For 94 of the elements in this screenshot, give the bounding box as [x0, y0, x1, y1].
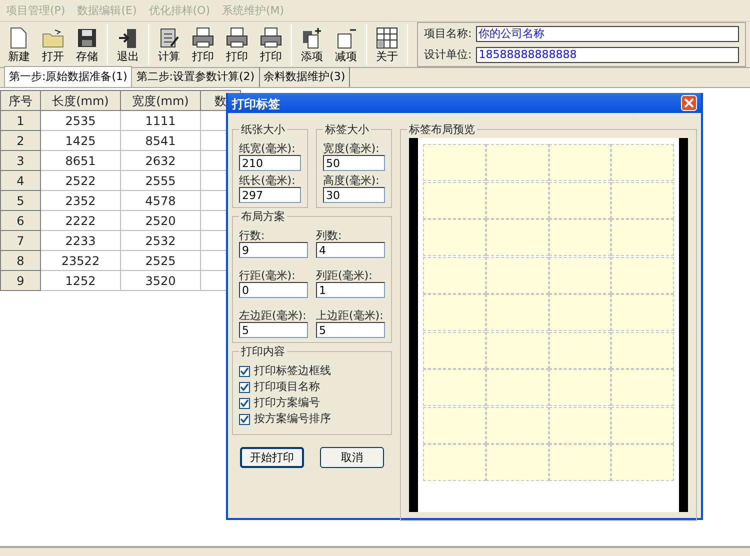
- floppy-icon: [75, 26, 99, 50]
- text-field[interactable]: 你的公司名称: [476, 26, 739, 42]
- toolbar-button[interactable]: 存储: [72, 26, 102, 63]
- checkbox-option[interactable]: 按方案编号排序: [239, 412, 385, 426]
- table-cell: 2233: [40, 230, 120, 250]
- column-header: 长度(mm): [40, 90, 120, 110]
- field-label: 上边距(毫米):: [316, 309, 384, 322]
- table-cell: 2222: [40, 210, 120, 230]
- field-label: 纸长(毫米):: [239, 174, 296, 187]
- toolbar-button[interactable]: 新建: [4, 26, 34, 63]
- table-cell: 2555: [120, 170, 200, 190]
- close-button[interactable]: [681, 95, 697, 111]
- row-header: 9: [0, 270, 40, 290]
- row-header: 7: [0, 230, 40, 250]
- row-header: 1: [0, 110, 40, 130]
- table-cell: 2525: [120, 250, 200, 270]
- toolbar-button[interactable]: 关于: [372, 26, 402, 63]
- table-cell: 23522: [40, 250, 120, 270]
- row-header: 3: [0, 150, 40, 170]
- text-field[interactable]: 30: [323, 187, 385, 203]
- add-icon: [300, 26, 324, 50]
- toolbar-button[interactable]: 打印: [256, 26, 286, 63]
- table-cell: 2522: [40, 170, 120, 190]
- field-label: 行数:: [239, 229, 266, 242]
- checkbox[interactable]: [239, 398, 250, 408]
- row-header: 2: [0, 130, 40, 150]
- text-field[interactable]: 9: [239, 242, 308, 258]
- print-button[interactable]: 开始打印: [240, 447, 304, 468]
- option-label: 打印方案编号: [254, 396, 320, 410]
- group-title: 布局方案: [239, 210, 287, 223]
- checkbox[interactable]: [239, 382, 250, 392]
- row-header: 8: [0, 250, 40, 270]
- option-label: 按方案编号排序: [254, 412, 331, 426]
- text-field[interactable]: 50: [323, 155, 385, 171]
- table-cell: 1425: [40, 130, 120, 150]
- checkbox[interactable]: [239, 366, 250, 376]
- table-cell: 2632: [120, 150, 200, 170]
- field-label: 设计单位:: [424, 46, 472, 62]
- tab[interactable]: 第一步:原始数据准备(1): [4, 66, 132, 87]
- group-title: 标签大小: [323, 123, 371, 136]
- table-cell: 4578: [120, 190, 200, 210]
- row-header: 5: [0, 190, 40, 210]
- field-label: 项目名称:: [424, 26, 472, 42]
- toolbar-button[interactable]: 添项: [297, 26, 327, 63]
- table-cell: 1252: [40, 270, 120, 290]
- field-label: 纸宽(毫米):: [239, 142, 296, 155]
- toolbar-button[interactable]: 退出: [113, 26, 143, 63]
- field-label: 列数:: [316, 229, 343, 242]
- group-title: 纸张大小: [239, 123, 287, 136]
- text-field[interactable]: 210: [239, 155, 301, 171]
- text-field[interactable]: 5: [316, 322, 385, 338]
- text-field[interactable]: 297: [239, 187, 301, 203]
- checkbox-option[interactable]: 打印项目名称: [239, 380, 385, 394]
- table-cell: 2532: [120, 230, 200, 250]
- printer-icon: [259, 26, 283, 50]
- text-field[interactable]: 5: [239, 322, 308, 338]
- toolbar-button[interactable]: 打印: [188, 26, 218, 63]
- option-label: 打印标签边框线: [254, 364, 331, 378]
- checkbox[interactable]: [239, 414, 250, 424]
- table-cell: 2520: [120, 210, 200, 230]
- checkbox-option[interactable]: 打印标签边框线: [239, 364, 385, 378]
- table-cell: 2352: [40, 190, 120, 210]
- toolbar-button[interactable]: 打开: [38, 26, 68, 63]
- group-title: 标签布局预览: [407, 123, 477, 136]
- layout-icon: [375, 26, 399, 50]
- field-label: 左边距(毫米):: [239, 309, 308, 322]
- printer-icon: [191, 26, 215, 50]
- field-label: 列距(毫米):: [316, 269, 374, 282]
- field-label: 宽度(毫米):: [323, 142, 380, 155]
- field-label: 高度(毫米):: [323, 174, 380, 187]
- checkbox-option[interactable]: 打印方案编号: [239, 396, 385, 410]
- row-header: 4: [0, 170, 40, 190]
- field-label: 行距(毫米):: [239, 269, 296, 282]
- toolbar-button[interactable]: 减项: [331, 26, 361, 63]
- toolbar-button[interactable]: 计算: [154, 26, 184, 63]
- printer-icon: [225, 26, 249, 50]
- table-cell: 2535: [40, 110, 120, 130]
- group-title: 打印内容: [239, 345, 287, 358]
- column-header: 序号: [0, 90, 40, 110]
- text-field[interactable]: 18588888888888: [476, 46, 739, 63]
- table-cell: 1111: [120, 110, 200, 130]
- toolbar-button[interactable]: 打印: [222, 26, 252, 63]
- option-label: 打印项目名称: [254, 380, 320, 394]
- text-field[interactable]: 4: [316, 242, 385, 258]
- table-cell: 3520: [120, 270, 200, 290]
- row-header: 6: [0, 210, 40, 230]
- tab[interactable]: 第二步:设置参数计算(2): [132, 66, 260, 87]
- column-header: 宽度(mm): [120, 90, 200, 110]
- tab[interactable]: 余料数据维护(3): [260, 66, 350, 87]
- table-cell: 8651: [40, 150, 120, 170]
- table-cell: 8541: [120, 130, 200, 150]
- text-field[interactable]: 0: [239, 282, 308, 298]
- text-field[interactable]: 1: [316, 282, 385, 298]
- cancel-button[interactable]: 取消: [320, 447, 384, 468]
